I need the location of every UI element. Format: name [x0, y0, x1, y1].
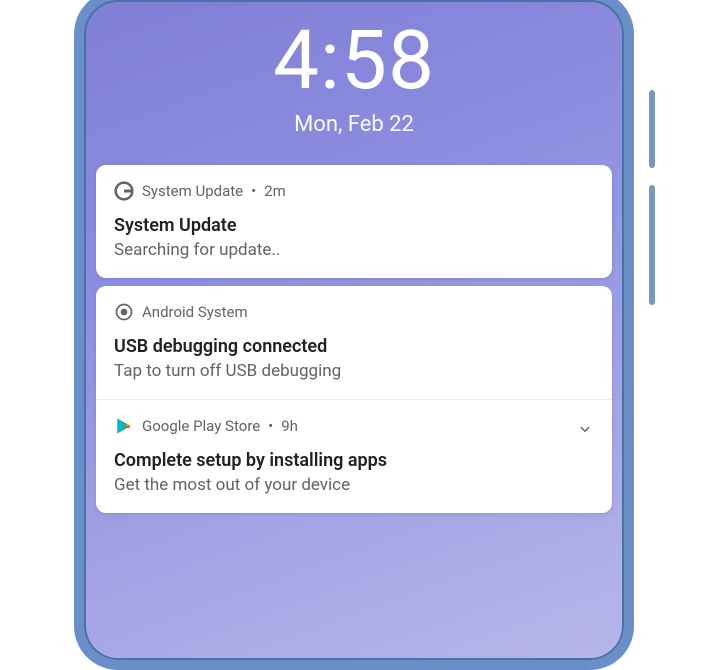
- notification-header: System Update • 2m: [114, 181, 594, 201]
- notification-body: Get the most out of your device: [114, 475, 594, 495]
- clock-time: 4:58: [84, 18, 624, 104]
- notification-time: 2m: [264, 182, 286, 200]
- clock-date: Mon, Feb 22: [84, 112, 624, 137]
- notification-time: 9h: [281, 417, 298, 435]
- notification-stack: System Update • 2m System Update Searchi…: [96, 165, 612, 513]
- notification-title: Complete setup by installing apps: [114, 450, 594, 471]
- notification-play-store[interactable]: Google Play Store • 9h Complete setup by…: [96, 400, 612, 513]
- google-g-icon: [114, 181, 134, 201]
- chevron-down-icon[interactable]: [576, 420, 594, 438]
- lockscreen-clock: 4:58 Mon, Feb 22: [84, 0, 624, 137]
- separator-dot: •: [251, 182, 256, 200]
- notification-app-name: Google Play Store: [142, 417, 260, 435]
- notification-group: Android System USB debugging connected T…: [96, 286, 612, 513]
- notification-app-name: Android System: [142, 303, 248, 321]
- separator-dot: •: [268, 417, 273, 435]
- play-store-icon: [114, 416, 134, 436]
- notification-body: Searching for update..: [114, 240, 594, 260]
- android-system-icon: [114, 302, 134, 322]
- notification-usb-debugging[interactable]: Android System USB debugging connected T…: [96, 286, 612, 400]
- phone-screen: 4:58 Mon, Feb 22 System Update • 2m Syst…: [74, 0, 634, 670]
- notification-system-update[interactable]: System Update • 2m System Update Searchi…: [96, 165, 612, 278]
- notification-header: Google Play Store • 9h: [114, 416, 594, 436]
- volume-down-button[interactable]: [649, 185, 655, 305]
- notification-title: USB debugging connected: [114, 336, 594, 357]
- notification-header: Android System: [114, 302, 594, 322]
- notification-body: Tap to turn off USB debugging: [114, 361, 594, 381]
- notification-title: System Update: [114, 215, 594, 236]
- notification-app-name: System Update: [142, 182, 243, 200]
- volume-up-button[interactable]: [649, 90, 655, 168]
